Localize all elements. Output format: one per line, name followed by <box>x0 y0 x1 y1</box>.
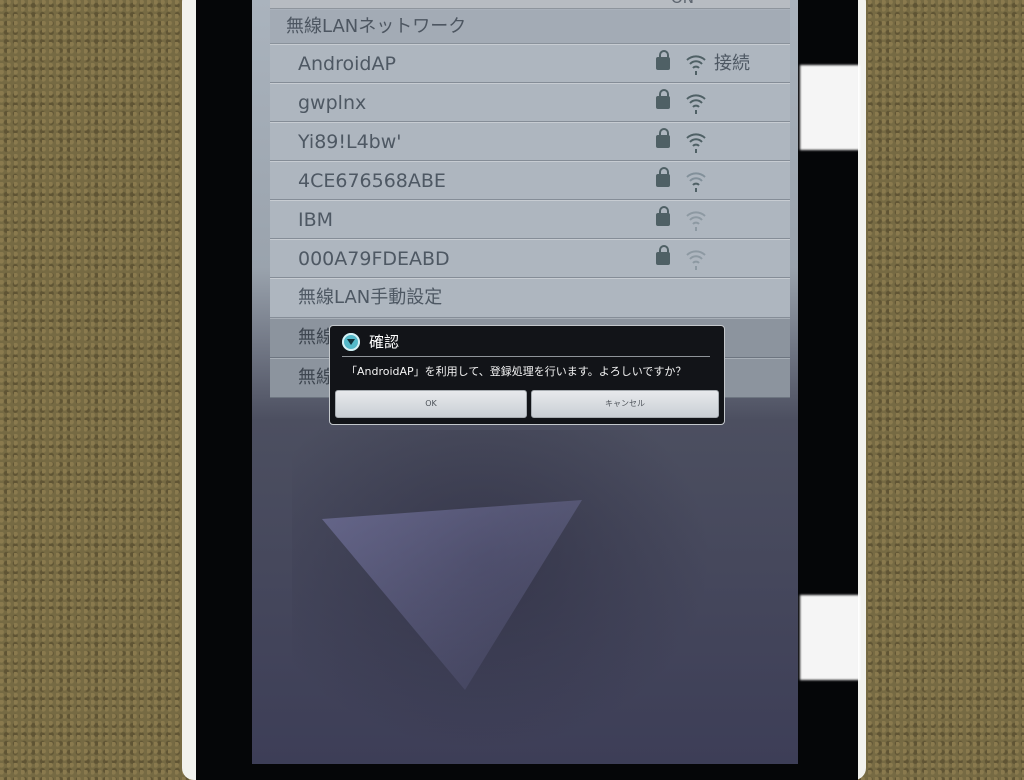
lock-icon <box>656 206 670 226</box>
dialog-buttons: OK キャンセル <box>335 390 719 418</box>
manual-wifi-setup-label: 無線LAN手動設定 <box>298 287 443 308</box>
cancel-button[interactable]: キャンセル <box>531 390 719 418</box>
dialog-title: 確認 <box>369 333 400 351</box>
dialog-message: 「AndroidAP」を利用して、登録処理を行います。よろしいですか？ <box>346 365 687 378</box>
lock-icon <box>656 50 670 70</box>
network-row-4ce676568abe[interactable]: 4CE676568ABE <box>270 161 790 200</box>
camera-glare <box>800 65 860 150</box>
camera-glare <box>800 595 860 680</box>
confirmation-dialog: 確認 「AndroidAP」を利用して、登録処理を行います。よろしいですか？ O… <box>329 325 725 425</box>
wifi-signal-icon <box>686 211 706 231</box>
info-circle-icon <box>342 333 360 351</box>
network-name: IBM <box>298 209 334 231</box>
lock-icon <box>656 89 670 109</box>
network-name: AndroidAP <box>298 53 396 75</box>
network-name: 4CE676568ABE <box>298 170 446 192</box>
lock-icon <box>656 128 670 148</box>
network-name: 000A79FDEABD <box>298 248 450 270</box>
network-row-000a79fdeabd[interactable]: 000A79FDEABD <box>270 239 790 278</box>
network-name: gwplnx <box>298 92 367 114</box>
network-name: Yi89!L4bw' <box>298 131 402 153</box>
network-row-androidap[interactable]: AndroidAP 接続 <box>270 44 790 83</box>
wifi-signal-icon <box>686 55 706 75</box>
dialog-title-bar: 確認 <box>342 330 710 357</box>
top-status-value: ON <box>671 0 694 7</box>
network-row-ibm[interactable]: IBM <box>270 200 790 239</box>
ok-button[interactable]: OK <box>335 390 527 418</box>
wifi-signal-icon <box>686 94 706 114</box>
wifi-signal-icon <box>686 172 706 192</box>
wifi-section-header: 無線LANネットワーク <box>270 10 790 44</box>
network-row-gwplnx[interactable]: gwplnx <box>270 83 790 122</box>
manual-wifi-setup-row[interactable]: 無線LAN手動設定 <box>270 278 790 318</box>
wifi-signal-icon <box>686 133 706 153</box>
lock-icon <box>656 167 670 187</box>
lock-icon <box>656 245 670 265</box>
network-row-yi89[interactable]: Yi89!L4bw' <box>270 122 790 161</box>
top-status-row: ON <box>270 0 790 9</box>
connection-status: 接続 <box>714 53 750 74</box>
wifi-signal-icon <box>686 250 706 270</box>
